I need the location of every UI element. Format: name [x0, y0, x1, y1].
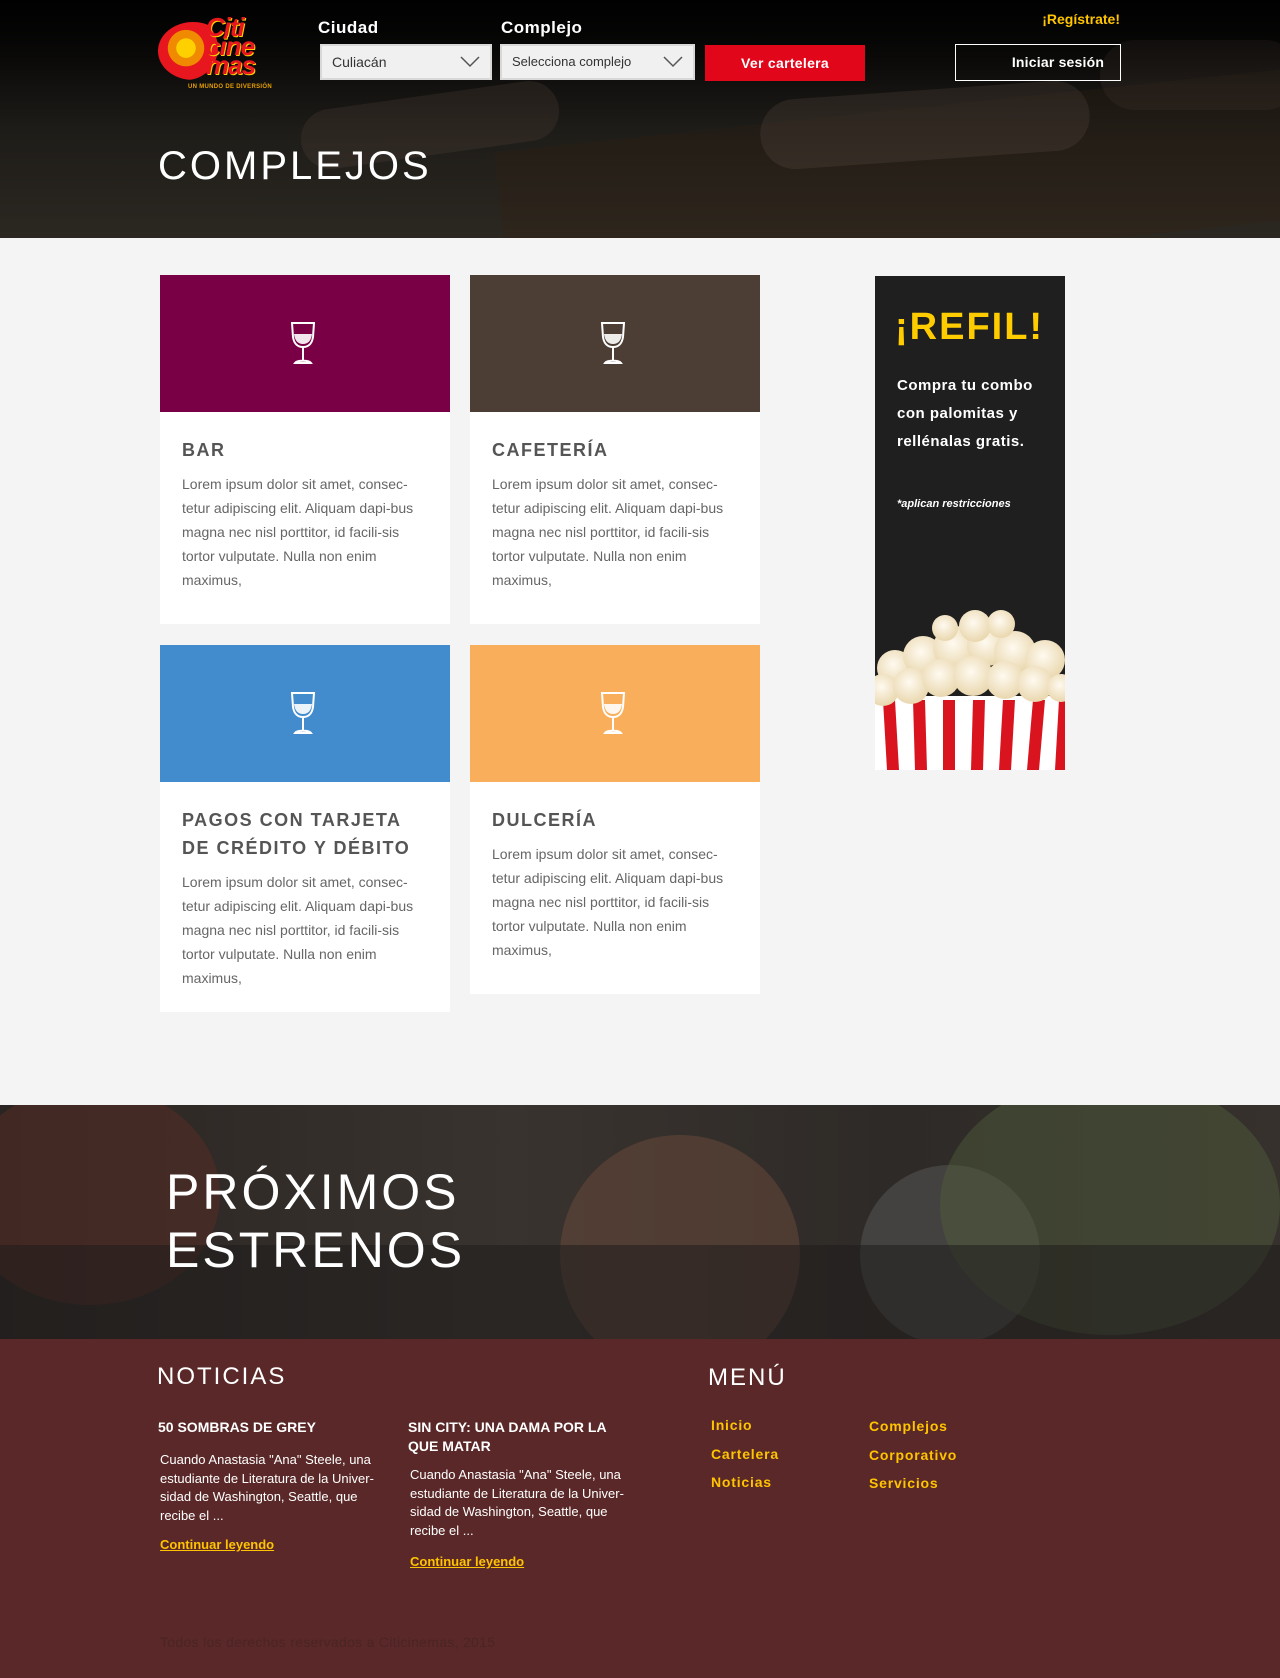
card-title: BAR	[182, 440, 226, 460]
card-title: CAFETERÍA	[492, 440, 609, 460]
upcoming-title-line2: ESTRENOS	[166, 1222, 466, 1278]
register-link[interactable]: ¡Regístrate!	[1042, 11, 1120, 27]
upcoming-title-line1: PRÓXIMOS	[166, 1164, 460, 1220]
upcoming-releases-banner[interactable]: PRÓXIMOS ESTRENOS	[0, 1105, 1280, 1339]
upcoming-title: PRÓXIMOS ESTRENOS	[166, 1163, 465, 1279]
city-label: Ciudad	[318, 18, 379, 37]
service-card-candy-store[interactable]: DULCERÍA Lorem ipsum dolor sit amet, con…	[470, 645, 760, 994]
promo-title: ¡REFIL!	[895, 306, 1045, 348]
service-card-bar[interactable]: BAR Lorem ipsum dolor sit amet, consec-t…	[160, 275, 450, 624]
chevron-down-icon	[663, 56, 683, 68]
complex-select[interactable]: Selecciona complejo	[500, 44, 695, 80]
promo-note: *aplican restricciones	[897, 498, 1011, 510]
login-button[interactable]: Iniciar sesión	[955, 44, 1121, 81]
promo-text: Compra tu combo con palomitas y rellénal…	[897, 377, 1033, 450]
view-showtimes-button[interactable]: Ver cartelera	[705, 45, 865, 81]
news-excerpt: Cuando Anastasia "Ana" Steele, una estud…	[160, 1452, 374, 1523]
footer-menu-servicios[interactable]: Servicios	[869, 1475, 938, 1491]
city-select[interactable]: Culiacán	[320, 44, 492, 80]
card-description: Lorem ipsum dolor sit amet, consec-tetur…	[492, 846, 724, 958]
complex-label: Complejo	[501, 18, 583, 37]
card-color-banner	[160, 275, 450, 412]
footer-menu-inicio[interactable]: Inicio	[711, 1417, 752, 1433]
wine-glass-icon	[600, 322, 626, 364]
footer-menu-corporativo[interactable]: Corporativo	[869, 1447, 957, 1463]
wine-glass-icon	[290, 692, 316, 734]
page-title: COMPLEJOS	[158, 144, 432, 188]
footer-menu-cartelera[interactable]: Cartelera	[711, 1446, 779, 1462]
card-description: Lorem ipsum dolor sit amet, consec-tetur…	[492, 476, 724, 588]
card-title: PAGOS CON TARJETA DE CRÉDITO Y DÉBITO	[182, 810, 411, 858]
card-color-banner	[470, 275, 760, 412]
logo-tagline: UN MUNDO DE DIVERSIÓN	[188, 84, 272, 90]
logo-wordmark: Citi cine mas	[206, 12, 256, 80]
city-select-value: Culiacán	[332, 54, 387, 70]
site-logo[interactable]: Citi cine mas UN MUNDO DE DIVERSIÓN	[158, 12, 290, 94]
card-color-banner	[470, 645, 760, 782]
service-card-card-payments[interactable]: PAGOS CON TARJETA DE CRÉDITO Y DÉBITO Lo…	[160, 645, 450, 1012]
popcorn-image	[875, 610, 1065, 770]
footer-menu-complejos[interactable]: Complejos	[869, 1418, 948, 1434]
news-excerpt: Cuando Anastasia "Ana" Steele, una estud…	[410, 1467, 624, 1538]
footer-menu-noticias[interactable]: Noticias	[711, 1474, 772, 1490]
news-title[interactable]: 50 SOMBRAS DE GREY	[158, 1418, 388, 1437]
wine-glass-icon	[600, 692, 626, 734]
card-description: Lorem ipsum dolor sit amet, consec-tetur…	[182, 476, 414, 588]
card-title: DULCERÍA	[492, 810, 597, 830]
refill-promo-banner[interactable]: ¡REFIL! Compra tu combo con palomitas y …	[875, 276, 1065, 770]
news-heading: NOTICIAS	[157, 1363, 287, 1390]
news-title[interactable]: SIN CITY: UNA DAMA POR LA QUE MATAR	[408, 1418, 638, 1456]
card-description: Lorem ipsum dolor sit amet, consec-tetur…	[182, 874, 414, 986]
chevron-down-icon	[460, 56, 480, 68]
news-continue-link[interactable]: Continuar leyendo	[410, 1554, 524, 1569]
complex-select-placeholder: Selecciona complejo	[512, 54, 632, 69]
copyright-text: Todos los derechos reservados a Citicine…	[160, 1634, 496, 1650]
card-color-banner	[160, 645, 450, 782]
wine-glass-icon	[290, 322, 316, 364]
news-continue-link[interactable]: Continuar leyendo	[160, 1537, 274, 1552]
menu-heading: MENÚ	[708, 1364, 787, 1391]
service-card-cafeteria[interactable]: CAFETERÍA Lorem ipsum dolor sit amet, co…	[470, 275, 760, 624]
